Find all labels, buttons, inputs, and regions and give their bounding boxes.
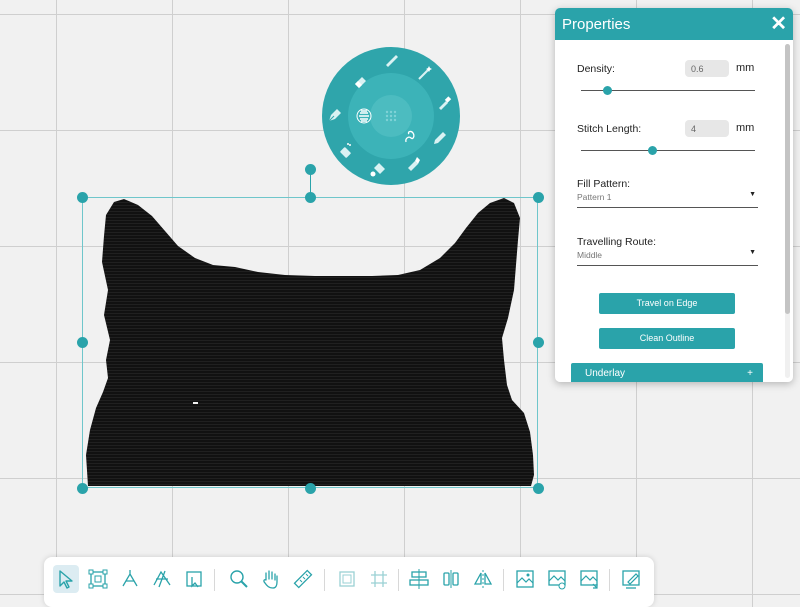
toolbar-divider xyxy=(324,569,325,591)
brush-icon[interactable] xyxy=(436,95,452,111)
satin-stitch-icon[interactable] xyxy=(356,108,372,124)
resize-handle-bottom[interactable] xyxy=(304,482,316,494)
pan-hand-icon[interactable] xyxy=(258,565,284,593)
underlay-section-header[interactable]: Underlay + xyxy=(571,363,763,382)
node-edit-icon[interactable] xyxy=(85,565,111,593)
density-input[interactable] xyxy=(685,60,729,77)
scrollbar-thumb[interactable] xyxy=(785,44,790,314)
close-icon[interactable]: ✕ xyxy=(770,14,787,34)
travelling-route-select[interactable]: Middle ▼ xyxy=(577,248,758,266)
image-export-icon[interactable] xyxy=(576,565,602,593)
eraser-icon[interactable] xyxy=(352,73,368,89)
density-slider-thumb[interactable] xyxy=(602,86,612,95)
running-stitch-icon[interactable] xyxy=(403,128,419,144)
clean-outline-button[interactable]: Clean Outline xyxy=(599,328,735,349)
pencil-icon[interactable] xyxy=(432,130,448,146)
stitch-length-unit: mm xyxy=(736,122,755,134)
crop-icon[interactable] xyxy=(181,565,207,593)
distribute-icon[interactable] xyxy=(438,565,464,593)
travel-on-edge-button[interactable]: Travel on Edge xyxy=(599,293,735,314)
properties-body: Density: mm Stitch Length: mm Fill Patte… xyxy=(555,40,793,382)
wand-icon[interactable] xyxy=(417,65,433,81)
travelling-route-label: Travelling Route: xyxy=(577,236,656,248)
resize-handle-top-right[interactable] xyxy=(532,191,544,203)
zoom-icon[interactable] xyxy=(226,565,252,593)
ruler-icon[interactable] xyxy=(290,565,316,593)
toolbar-divider xyxy=(214,569,215,591)
underlay-label: Underlay xyxy=(585,368,626,379)
marker-icon[interactable] xyxy=(405,155,421,171)
properties-title: Properties xyxy=(562,15,631,33)
stitch-length-input[interactable] xyxy=(685,120,729,137)
fill-pattern-value: Pattern 1 xyxy=(577,192,612,202)
reshape-icon[interactable] xyxy=(149,565,175,593)
pen-nib-icon[interactable] xyxy=(327,107,343,123)
travelling-route-value: Middle xyxy=(577,250,603,260)
mirror-icon[interactable] xyxy=(470,565,496,593)
fill-pattern-label: Fill Pattern: xyxy=(577,178,631,190)
chevron-down-icon: ▼ xyxy=(749,191,756,198)
image-trace-icon[interactable] xyxy=(512,565,538,593)
grid-stitch-icon[interactable] xyxy=(383,108,399,124)
stitch-length-slider[interactable] xyxy=(581,150,755,151)
resize-handle-bottom-right[interactable] xyxy=(532,482,544,494)
pen-icon[interactable] xyxy=(383,52,399,68)
resize-handle-top[interactable] xyxy=(304,191,316,203)
toolbar-divider xyxy=(398,569,399,591)
design-edit-icon[interactable] xyxy=(618,565,644,593)
resize-handle-top-left[interactable] xyxy=(76,191,88,203)
knife-cut-icon[interactable] xyxy=(117,565,143,593)
group-icon[interactable] xyxy=(334,565,360,593)
resize-handle-bottom-left[interactable] xyxy=(76,482,88,494)
resize-handle-right[interactable] xyxy=(532,336,544,348)
fill-pattern-select[interactable]: Pattern 1 ▼ xyxy=(577,190,758,208)
properties-header: Properties ✕ xyxy=(555,8,793,40)
ungroup-icon[interactable] xyxy=(366,565,392,593)
align-icon[interactable] xyxy=(406,565,432,593)
properties-panel: Properties ✕ Density: mm Stitch Length: … xyxy=(555,8,793,382)
density-label: Density: xyxy=(577,63,615,75)
toolbar-divider xyxy=(609,569,610,591)
resize-handle-left[interactable] xyxy=(76,336,88,348)
spray-icon[interactable] xyxy=(337,142,353,158)
rotate-handle[interactable] xyxy=(304,163,316,175)
selection-box xyxy=(82,197,538,488)
image-view-icon[interactable] xyxy=(544,565,570,593)
chevron-down-icon: ▼ xyxy=(749,249,756,256)
stitch-length-label: Stitch Length: xyxy=(577,123,642,135)
toolbar-divider xyxy=(503,569,504,591)
stitch-length-slider-thumb[interactable] xyxy=(647,146,657,155)
fill-bucket-icon[interactable] xyxy=(370,162,386,178)
select-arrow-icon[interactable] xyxy=(53,565,79,593)
density-unit: mm xyxy=(736,62,755,74)
expand-icon: + xyxy=(747,368,753,379)
